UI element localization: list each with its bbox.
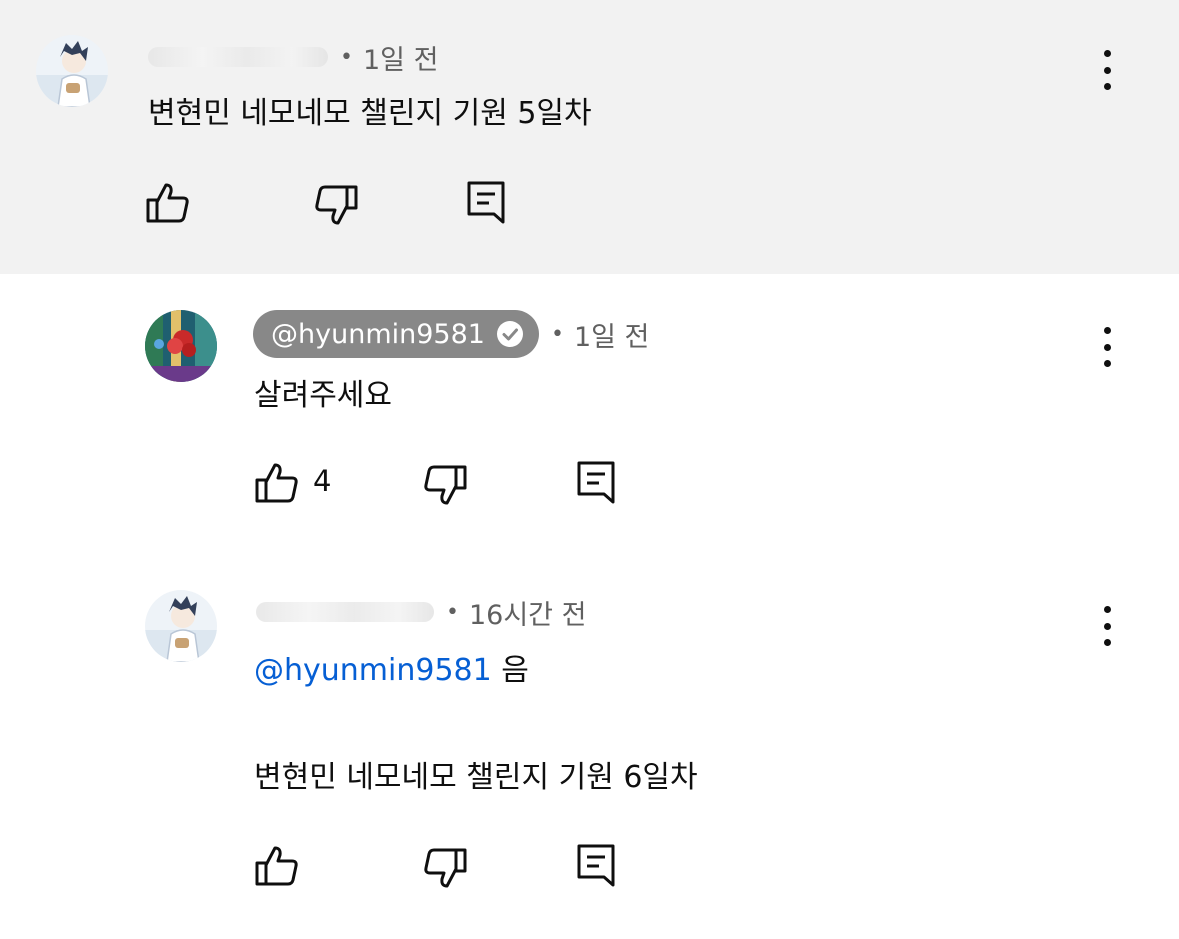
creator-author-chip[interactable]: @hyunmin9581 xyxy=(253,310,539,358)
more-options-button[interactable] xyxy=(1095,606,1119,646)
like-button[interactable] xyxy=(253,460,301,508)
comment-reply-icon xyxy=(577,844,615,887)
comment-meta: • 1일 전 xyxy=(148,32,438,82)
reply-button[interactable] xyxy=(462,178,510,226)
avatar[interactable] xyxy=(145,310,217,382)
dislike-button[interactable] xyxy=(421,460,469,508)
comment-text-after-mention: 음 xyxy=(491,653,529,688)
comment-meta: @hyunmin9581 • 1일 전 xyxy=(253,309,649,359)
thumbs-up-icon xyxy=(255,463,298,503)
more-vertical-icon xyxy=(1103,50,1111,57)
separator-dot: • xyxy=(550,321,564,347)
like-count: 4 xyxy=(313,464,332,498)
thumbs-up-icon xyxy=(255,846,298,886)
thumbs-down-icon xyxy=(424,848,467,888)
comment-reply-icon xyxy=(577,461,615,504)
comment-reply-icon xyxy=(467,181,505,224)
separator-dot: • xyxy=(340,44,353,70)
like-button[interactable] xyxy=(144,180,192,228)
comment-time[interactable]: 16시간 전 xyxy=(469,593,586,632)
mention-link[interactable]: @hyunmin9581 xyxy=(254,653,492,688)
more-options-button[interactable] xyxy=(1095,50,1119,90)
comment-text: 살려주세요 xyxy=(254,378,392,413)
thumbs-up-icon xyxy=(146,183,189,223)
comment-time[interactable]: 1일 전 xyxy=(574,315,649,354)
comment-text: 변현민 네모네모 챌린지 기원 6일차 xyxy=(254,760,698,795)
like-button[interactable] xyxy=(253,843,301,891)
comment-time[interactable]: 1일 전 xyxy=(363,38,438,77)
comment-meta: • 16시간 전 xyxy=(256,587,586,637)
author-name[interactable] xyxy=(256,602,434,622)
author-name[interactable] xyxy=(148,47,328,67)
comment-reply-line: @hyunmin9581 음 xyxy=(254,645,529,689)
dislike-button[interactable] xyxy=(421,843,469,891)
more-vertical-icon xyxy=(1103,327,1111,334)
thumbs-down-icon xyxy=(424,465,467,505)
avatar[interactable] xyxy=(145,590,217,662)
dislike-button[interactable] xyxy=(312,180,360,228)
avatar[interactable] xyxy=(36,35,108,107)
more-options-button[interactable] xyxy=(1095,327,1119,367)
reply-button[interactable] xyxy=(572,458,620,506)
more-vertical-icon xyxy=(1103,606,1111,613)
verified-check-icon xyxy=(496,321,523,347)
thumbs-down-icon xyxy=(315,185,358,225)
reply-button[interactable] xyxy=(572,841,620,889)
author-name: @hyunmin9581 xyxy=(271,318,485,350)
comment-text: 변현민 네모네모 챌린지 기원 5일차 xyxy=(148,96,592,131)
separator-dot: • xyxy=(446,599,459,625)
